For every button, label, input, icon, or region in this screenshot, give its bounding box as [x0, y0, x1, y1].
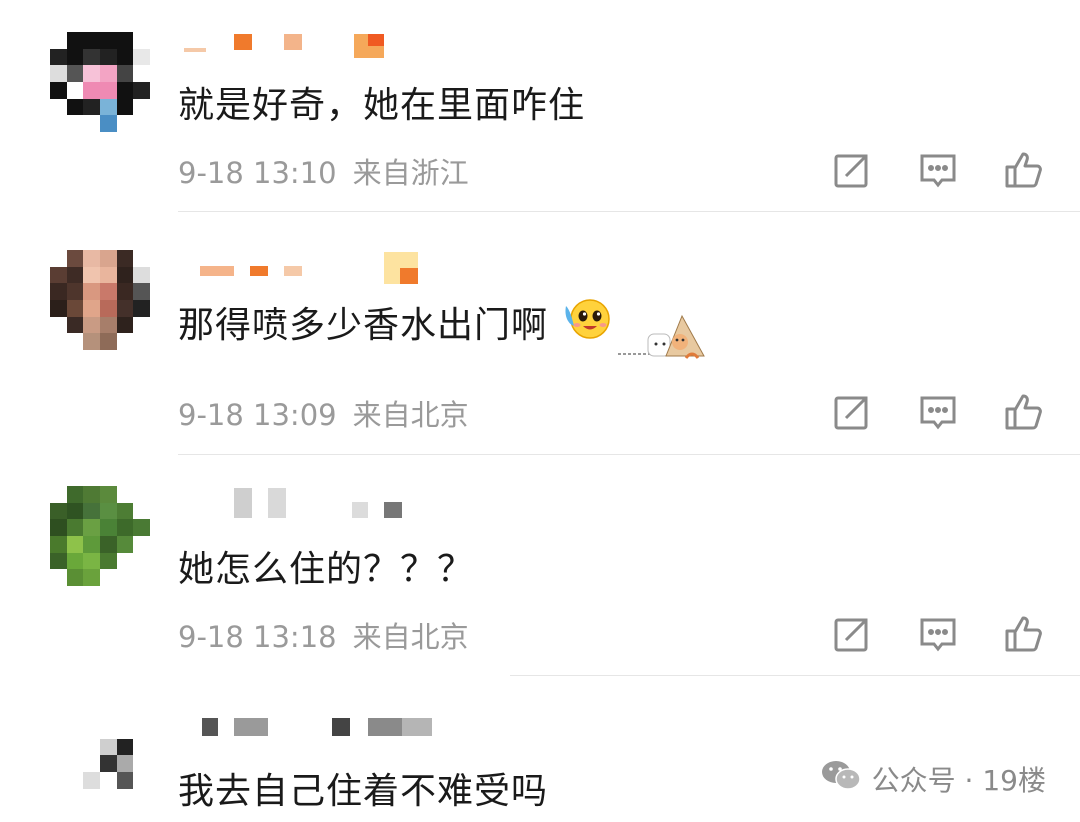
wechat-icon — [820, 758, 862, 799]
comment-meta: 9-18 13:10 来自浙江 — [178, 150, 469, 192]
divider — [178, 211, 1080, 212]
avatar[interactable] — [50, 722, 150, 822]
comment-actions — [832, 392, 1044, 432]
comment-location: 来自北京 — [352, 398, 469, 432]
comment-date: 9-18 13:18 — [178, 620, 337, 654]
share-icon[interactable] — [832, 614, 872, 654]
comment-text: 那得喷多少香水出门啊 — [178, 305, 549, 346]
comment-meta: 9-18 13:18 来自北京 — [178, 614, 469, 656]
comment-date: 9-18 13:10 — [178, 156, 337, 190]
comment-text: 我去自己住着不难受吗 — [178, 771, 549, 812]
thumbs-up-icon[interactable] — [1004, 614, 1044, 654]
sticker-icon — [614, 312, 710, 366]
comment-icon[interactable] — [918, 392, 958, 432]
share-icon[interactable] — [832, 150, 872, 190]
comment-location: 来自浙江 — [352, 156, 469, 190]
watermark: 公众号 · 19楼 — [820, 758, 1046, 799]
comment-text: 就是好奇，她在里面咋住 — [178, 85, 586, 126]
thumbs-up-icon[interactable] — [1004, 150, 1044, 190]
avatar[interactable] — [50, 32, 150, 132]
comment-actions — [832, 614, 1044, 654]
comment-text: 她怎么住的？？？ — [178, 549, 475, 590]
comment-location: 来自北京 — [352, 620, 469, 654]
comment-date: 9-18 13:09 — [178, 398, 337, 432]
share-icon[interactable] — [832, 392, 872, 432]
thumbs-up-icon[interactable] — [1004, 392, 1044, 432]
divider — [510, 675, 1080, 676]
comment-icon[interactable] — [918, 614, 958, 654]
comment-actions — [832, 150, 1044, 190]
crying-laugh-emoji-icon — [562, 296, 614, 340]
watermark-text: 公众号 · 19楼 — [871, 763, 1046, 797]
avatar[interactable] — [50, 486, 150, 586]
divider — [178, 454, 1080, 455]
comment-meta: 9-18 13:09 来自北京 — [178, 392, 469, 434]
avatar[interactable] — [50, 250, 150, 350]
comment-icon[interactable] — [918, 150, 958, 190]
